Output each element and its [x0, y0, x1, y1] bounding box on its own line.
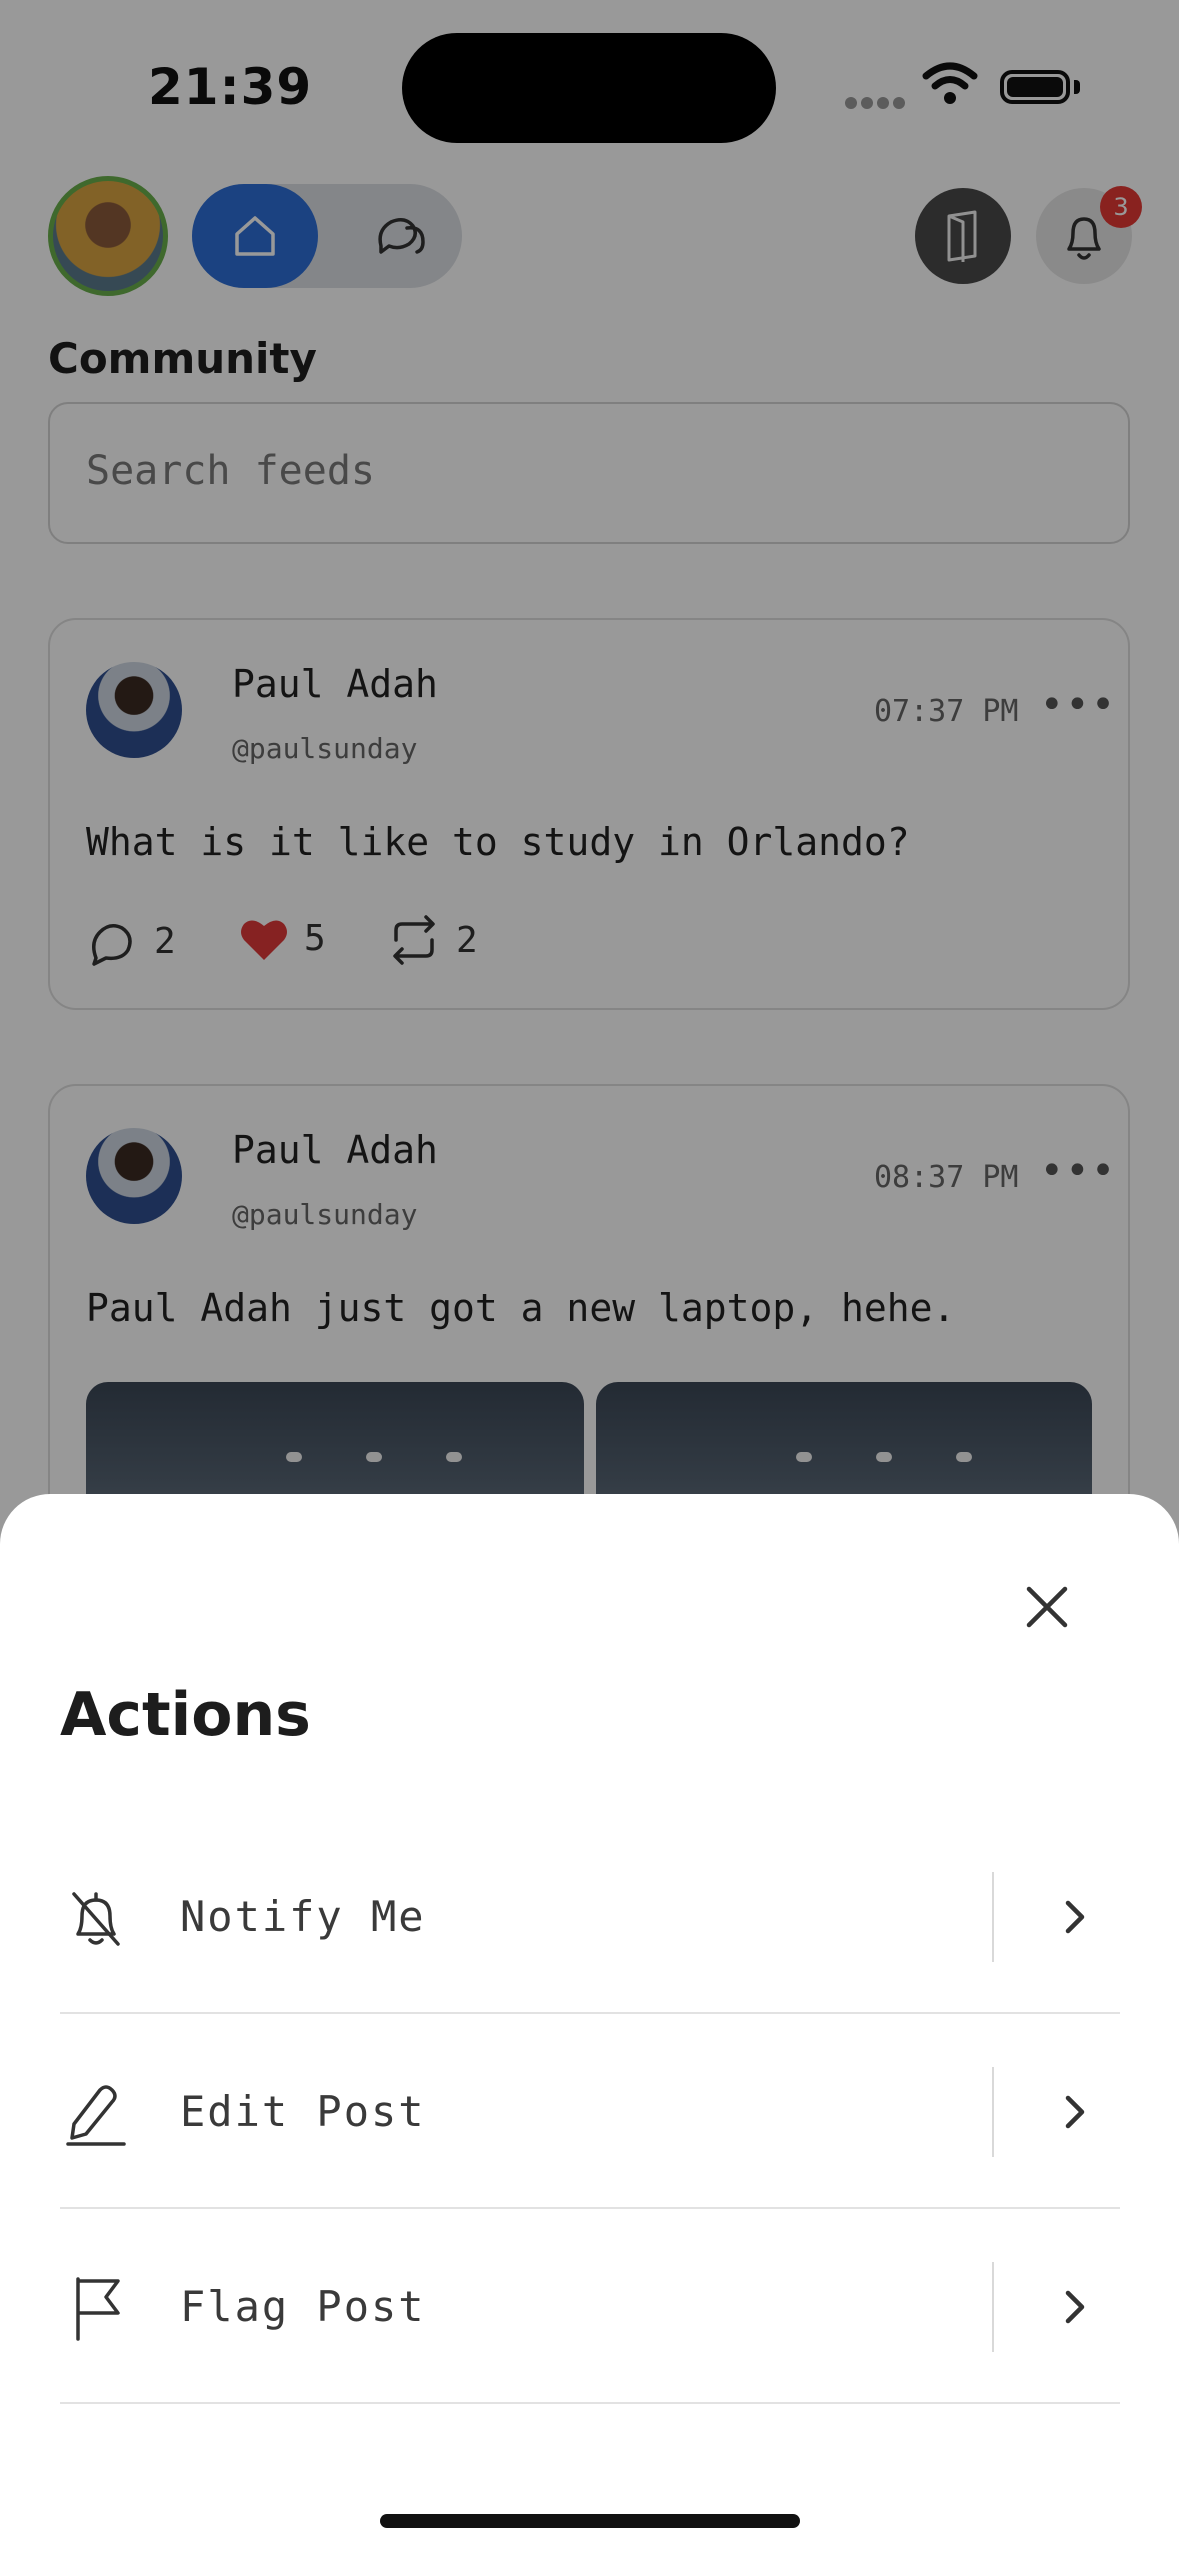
flag-icon: [60, 2272, 132, 2344]
chevron-right-icon: [1050, 1892, 1100, 1942]
home-indicator[interactable]: [380, 2514, 800, 2528]
action-label: Edit Post: [180, 2087, 426, 2136]
bell-off-icon: [60, 1882, 132, 1954]
action-label: Notify Me: [180, 1892, 426, 1941]
action-notify-me[interactable]: Notify Me: [60, 1820, 1120, 2014]
close-button[interactable]: [1010, 1570, 1084, 1644]
chevron-right-icon: [1050, 2087, 1100, 2137]
action-flag-post[interactable]: Flag Post: [60, 2210, 1120, 2404]
divider: [60, 2402, 1120, 2404]
divider: [992, 2262, 994, 2352]
divider: [992, 2067, 994, 2157]
action-label: Flag Post: [180, 2282, 426, 2331]
sheet-title: Actions: [60, 1680, 311, 1750]
action-edit-post[interactable]: Edit Post: [60, 2015, 1120, 2209]
divider: [992, 1872, 994, 1962]
divider: [60, 2207, 1120, 2209]
chevron-right-icon: [1050, 2282, 1100, 2332]
close-icon: [1026, 1586, 1068, 1628]
pencil-icon: [60, 2077, 132, 2149]
divider: [60, 2012, 1120, 2014]
